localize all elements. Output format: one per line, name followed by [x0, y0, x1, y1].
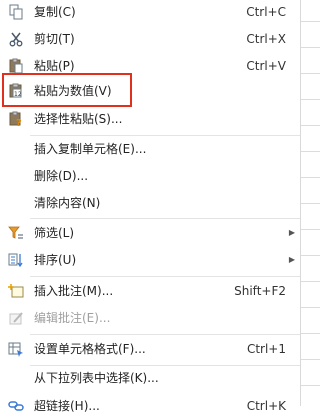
menu-separator — [30, 276, 300, 277]
comment-add-icon — [8, 283, 24, 299]
scissors-icon — [8, 31, 24, 47]
menu-item-sort-label: 排序(U) — [34, 253, 77, 267]
menu-separator — [30, 365, 300, 366]
menu-item-pick-from-list[interactable]: 从下拉列表中选择(K)... — [0, 367, 300, 389]
menu-item-hyperlink[interactable]: 超链接(H)... Ctrl+K — [0, 395, 300, 417]
svg-text:?: ? — [16, 118, 22, 127]
menu-item-paste-shortcut: Ctrl+V — [246, 59, 286, 73]
format-cells-icon — [8, 341, 24, 357]
menu-separator — [30, 334, 300, 335]
menu-item-clear-contents-label: 清除内容(N) — [34, 196, 101, 210]
menu-item-paste-special[interactable]: ? 选择性粘贴(S)... — [0, 108, 300, 130]
spreadsheet-grid-edge — [300, 0, 320, 406]
menu-item-pick-from-list-label: 从下拉列表中选择(K)... — [34, 371, 159, 385]
menu-item-cut-shortcut: Ctrl+X — [246, 32, 286, 46]
menu-item-copy[interactable]: 复制(C) Ctrl+C — [0, 1, 300, 23]
menu-item-clear-contents[interactable]: 清除内容(N) — [0, 192, 300, 214]
menu-item-delete[interactable]: 删除(D)... — [0, 165, 300, 187]
menu-item-edit-comment: 编辑批注(E)... — [0, 307, 300, 329]
menu-item-edit-comment-label: 编辑批注(E)... — [34, 311, 111, 325]
menu-item-copy-shortcut: Ctrl+C — [246, 5, 286, 19]
menu-item-insert-copied-cells[interactable]: 插入复制单元格(E)... — [0, 138, 300, 160]
menu-item-copy-label: 复制(C) — [34, 5, 76, 19]
menu-item-paste-special-label: 选择性粘贴(S)... — [34, 112, 123, 126]
menu-separator — [30, 135, 300, 136]
menu-item-cut[interactable]: 剪切(T) Ctrl+X — [0, 28, 300, 50]
highlight-annotation-box — [2, 73, 132, 107]
menu-item-cut-label: 剪切(T) — [34, 32, 75, 46]
submenu-arrow-icon: ▶ — [288, 255, 295, 264]
paste-special-icon: ? — [8, 111, 24, 129]
clipboard-icon — [8, 58, 24, 74]
menu-item-insert-comment-shortcut: Shift+F2 — [234, 284, 286, 298]
sort-icon — [8, 252, 24, 268]
menu-item-filter-label: 筛选(L) — [34, 226, 75, 240]
link-icon — [8, 398, 24, 414]
menu-item-insert-comment[interactable]: 插入批注(M)... Shift+F2 — [0, 280, 300, 302]
menu-item-format-cells-shortcut: Ctrl+1 — [246, 342, 286, 356]
menu-item-delete-label: 删除(D)... — [34, 169, 89, 183]
menu-item-format-cells-label: 设置单元格格式(F)... — [34, 342, 146, 356]
comment-edit-icon — [8, 310, 24, 326]
menu-separator — [30, 218, 300, 219]
context-menu: 复制(C) Ctrl+C 剪切(T) Ctrl+X 粘贴(P) Ctrl+V 1… — [0, 0, 300, 413]
copy-icon — [8, 4, 24, 20]
menu-item-filter[interactable]: 筛选(L) ▶ — [0, 222, 300, 244]
menu-item-paste-label: 粘贴(P) — [34, 59, 75, 73]
submenu-arrow-icon: ▶ — [288, 228, 295, 237]
funnel-icon — [8, 225, 24, 241]
menu-item-format-cells[interactable]: 设置单元格格式(F)... Ctrl+1 — [0, 338, 300, 360]
menu-item-hyperlink-label: 超链接(H)... — [34, 399, 100, 413]
menu-item-sort[interactable]: 排序(U) ▶ — [0, 249, 300, 271]
menu-item-hyperlink-shortcut: Ctrl+K — [246, 399, 286, 413]
menu-item-insert-copied-cells-label: 插入复制单元格(E)... — [34, 142, 147, 156]
menu-item-insert-comment-label: 插入批注(M)... — [34, 284, 114, 298]
